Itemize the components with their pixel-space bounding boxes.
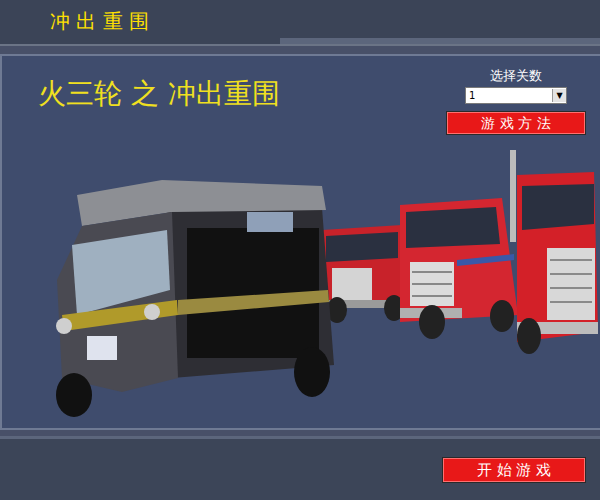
start-button[interactable]: 开 始 游 戏 <box>442 457 586 483</box>
level-label: 选择关数 <box>490 68 542 84</box>
main-panel: 火三轮 之 冲出重围选择关数1▼游 戏 方 法 <box>0 54 600 430</box>
truck-right-icon <box>510 150 598 354</box>
bottom-bar: 开 始 游 戏 <box>0 436 600 500</box>
level-controls: 选择关数1▼游 戏 方 法 <box>446 68 586 135</box>
level-value: 1 <box>466 89 475 103</box>
header-strip <box>280 38 600 44</box>
game-menu: 冲 出 重 围火三轮 之 冲出重围选择关数1▼游 戏 方 法开 始 游 戏 <box>0 0 600 500</box>
dropdown-arrow-icon[interactable]: ▼ <box>552 89 566 102</box>
help-button[interactable]: 游 戏 方 法 <box>446 111 586 135</box>
level-select[interactable]: 1▼ <box>465 87 567 104</box>
truck-middle-icon <box>400 198 518 339</box>
vehicles-illustration <box>2 150 598 420</box>
header-title: 冲 出 重 围 <box>0 0 600 33</box>
auto-rickshaw-icon <box>56 180 334 417</box>
top-bar: 冲 出 重 围 <box>0 0 600 46</box>
truck-left-icon <box>322 225 404 323</box>
panel-header: 火三轮 之 冲出重围选择关数1▼游 戏 方 法 <box>2 56 600 150</box>
game-title: 火三轮 之 冲出重围 <box>38 76 280 112</box>
